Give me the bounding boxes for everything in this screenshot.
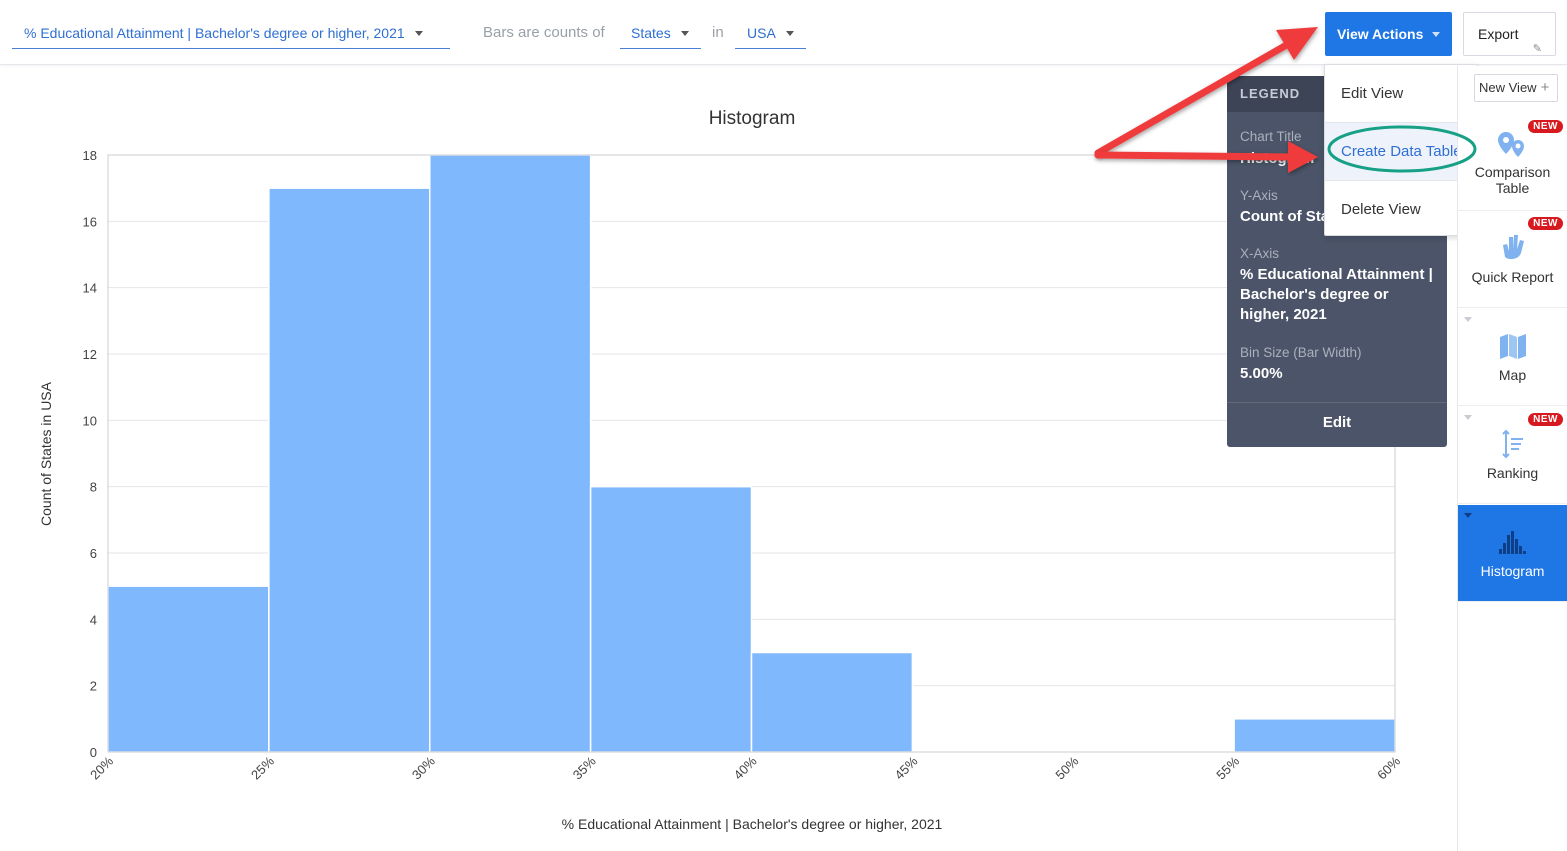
ranking-icon	[1502, 429, 1523, 459]
chevron-down-icon	[1464, 513, 1472, 518]
menu-item-edit-view[interactable]: Edit View	[1325, 65, 1477, 122]
y-tick-label: 16	[83, 214, 97, 229]
in-label: in	[712, 24, 724, 41]
view-actions-label: View Actions	[1337, 26, 1424, 42]
chart-title: Histogram	[709, 108, 796, 129]
variable-selector[interactable]: % Educational Attainment | Bachelor's de…	[12, 19, 450, 49]
new-view-button[interactable]: New View +	[1474, 74, 1558, 102]
chevron-down-icon	[1464, 415, 1472, 420]
geo-type-label: States	[631, 25, 671, 41]
sidebar-item-map[interactable]: Map	[1458, 309, 1567, 406]
x-axis-label: % Educational Attainment | Bachelor's de…	[562, 816, 943, 832]
legend-edit-button[interactable]: Edit	[1227, 403, 1447, 447]
new-badge: NEW	[1528, 120, 1563, 133]
x-axis-legend-value: % Educational Attainment | Bachelor's de…	[1240, 266, 1433, 323]
histogram-icon	[1499, 531, 1526, 554]
bars-are-counts-of-label: Bars are counts of	[483, 24, 605, 41]
comparison-table-icon	[1498, 132, 1524, 157]
histogram-bar[interactable]	[1233, 718, 1396, 753]
y-tick-label: 10	[83, 413, 97, 428]
bars	[107, 154, 1396, 753]
x-tick-label: 40%	[731, 753, 760, 782]
y-tick-label: 14	[83, 281, 97, 296]
export-label: Export	[1478, 26, 1519, 42]
menu-item-create-data-table[interactable]: Create Data Table	[1325, 123, 1477, 180]
chevron-down-icon	[1432, 32, 1440, 37]
new-badge: NEW	[1528, 413, 1563, 426]
y-tick-label: 4	[90, 612, 97, 627]
bin-size-label: Bin Size (Bar Width)	[1240, 345, 1362, 360]
sidebar-item-histogram[interactable]: Histogram	[1458, 505, 1567, 602]
tile-label: Histogram	[1480, 563, 1545, 579]
y-axis-ticks: 0 2 4 6 8 10 12 14 16 18	[83, 148, 97, 760]
geo-type-selector[interactable]: States	[620, 19, 701, 49]
x-tick-label: 55%	[1213, 753, 1242, 782]
region-label: USA	[747, 25, 776, 41]
region-selector[interactable]: USA	[735, 19, 806, 49]
tile-label: Quick Report	[1471, 269, 1554, 285]
top-toolbar: % Educational Attainment | Bachelor's de…	[0, 0, 1567, 65]
histogram-bar[interactable]	[268, 187, 431, 753]
chart-title-label: Chart Title	[1240, 129, 1302, 144]
y-tick-label: 0	[90, 745, 97, 760]
quick-report-icon	[1503, 235, 1524, 259]
histogram-bar[interactable]	[750, 651, 914, 753]
x-tick-label: 45%	[891, 753, 920, 782]
y-tick-label: 6	[90, 546, 97, 561]
new-view-label: New View	[1479, 80, 1537, 95]
tile-label: Map	[1498, 367, 1527, 383]
view-actions-menu: Edit View Create Data Table Delete View	[1324, 64, 1478, 236]
histogram-bar[interactable]	[589, 485, 753, 753]
y-axis-legend-label: Y-Axis	[1240, 188, 1278, 203]
sidebar-item-quick-report[interactable]: NEW Quick Report	[1458, 211, 1567, 308]
chevron-down-icon	[680, 30, 689, 36]
y-axis-label: Count of States in USA	[38, 381, 54, 526]
x-tick-label: 60%	[1374, 753, 1403, 782]
histogram-bar[interactable]	[107, 585, 270, 753]
y-tick-label: 2	[90, 679, 97, 694]
histogram-bar[interactable]	[429, 154, 592, 753]
new-badge: NEW	[1528, 217, 1563, 230]
y-tick-label: 12	[83, 347, 97, 362]
x-tick-label: 30%	[409, 753, 438, 782]
x-axis-ticks: 20% 25% 30% 35% 40% 45% 50% 55% 60%	[87, 753, 1403, 782]
chevron-down-icon	[1464, 317, 1472, 322]
sidebar-item-ranking[interactable]: NEW Ranking	[1458, 407, 1567, 504]
view-actions-button[interactable]: View Actions	[1325, 12, 1452, 56]
variable-selector-label: % Educational Attainment | Bachelor's de…	[24, 25, 405, 41]
x-axis-legend-label: X-Axis	[1240, 246, 1280, 261]
tile-label: Ranking	[1486, 465, 1539, 481]
bin-size-value: 5.00%	[1240, 365, 1283, 382]
y-tick-label: 8	[90, 480, 97, 495]
menu-item-delete-view[interactable]: Delete View	[1325, 181, 1477, 238]
tile-label: Comparison Table	[1474, 164, 1551, 196]
map-icon	[1500, 334, 1526, 359]
x-tick-label: 25%	[248, 753, 277, 782]
x-tick-label: 35%	[570, 753, 599, 782]
export-icon: ✎	[1532, 43, 1542, 55]
export-button[interactable]: Export ✎	[1463, 12, 1556, 56]
plus-icon: +	[1540, 79, 1550, 96]
chevron-down-icon	[785, 30, 794, 36]
x-tick-label: 50%	[1052, 753, 1081, 782]
chevron-down-icon	[414, 30, 423, 36]
sidebar-item-comparison-table[interactable]: NEW Comparison Table	[1458, 114, 1567, 211]
y-tick-label: 18	[83, 148, 97, 163]
